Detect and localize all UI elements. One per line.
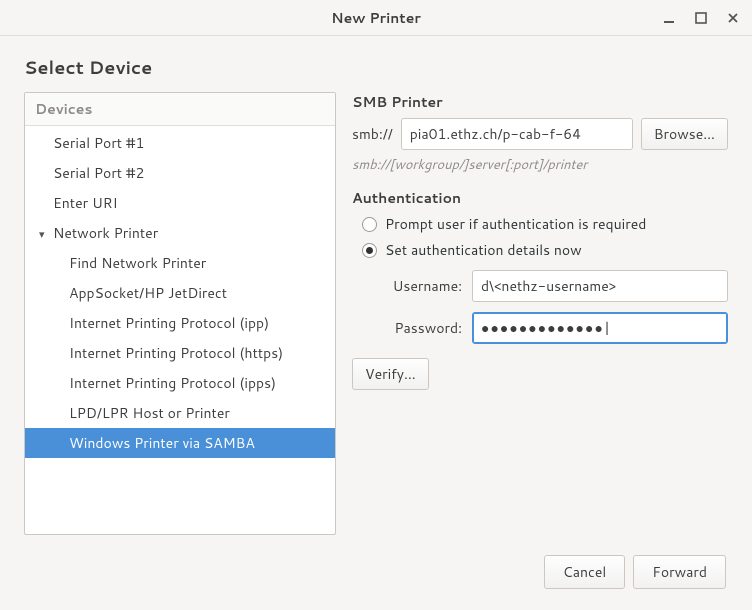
device-item-label: Windows Printer via SAMBA — [69, 433, 255, 453]
window-controls — [656, 0, 746, 36]
smb-url-input[interactable] — [401, 118, 633, 150]
window-title: New Printer — [331, 8, 421, 28]
text-caret: | — [604, 318, 611, 338]
device-item-label: LPD/LPR Host or Printer — [69, 403, 230, 423]
smb-hint: smb://[workgroup/]server[:port]/printer — [352, 156, 728, 174]
verify-button[interactable]: Verify… — [352, 358, 429, 390]
dialog-footer: Cancel Forward — [24, 555, 728, 589]
device-item[interactable]: Find Network Printer — [25, 248, 335, 278]
device-item-label: Find Network Printer — [69, 253, 206, 273]
chevron-down-icon[interactable]: ▾ — [39, 226, 49, 242]
page-title: Select Device — [24, 54, 728, 80]
cancel-button[interactable]: Cancel — [544, 555, 626, 589]
devices-list[interactable]: Serial Port #1Serial Port #2Enter URI▾Ne… — [25, 126, 335, 534]
maximize-icon[interactable] — [688, 5, 714, 31]
password-dots: ●●●●●●●●●●●●● — [481, 318, 604, 338]
radio-setnow-label: Set authentication details now — [385, 240, 582, 260]
smb-heading: SMB Printer — [352, 92, 728, 112]
device-item[interactable]: Internet Printing Protocol (ipps) — [25, 368, 335, 398]
auth-heading: Authentication — [352, 188, 728, 208]
device-item[interactable]: Serial Port #1 — [25, 128, 335, 158]
radio-setnow-row[interactable]: Set authentication details now — [362, 240, 728, 260]
minimize-icon[interactable] — [656, 5, 682, 31]
device-item[interactable]: Serial Port #2 — [25, 158, 335, 188]
password-input[interactable]: ●●●●●●●●●●●●●| — [472, 312, 728, 344]
browse-button[interactable]: Browse… — [641, 118, 728, 150]
device-item-label: Enter URI — [53, 193, 118, 213]
device-item-label: AppSocket/HP JetDirect — [69, 283, 227, 303]
forward-button[interactable]: Forward — [633, 555, 726, 589]
device-item[interactable]: Internet Printing Protocol (https) — [25, 338, 335, 368]
device-item-label: Internet Printing Protocol (https) — [69, 343, 283, 363]
device-item[interactable]: Enter URI — [25, 188, 335, 218]
close-icon[interactable] — [720, 5, 746, 31]
radio-prompt-label: Prompt user if authentication is require… — [385, 214, 646, 234]
smb-prefix-label: smb:// — [352, 124, 393, 144]
radio-prompt-row[interactable]: Prompt user if authentication is require… — [362, 214, 728, 234]
smb-settings-panel: SMB Printer smb:// Browse… smb://[workgr… — [352, 92, 728, 390]
device-item-label: Internet Printing Protocol (ipps) — [69, 373, 276, 393]
device-item-label: Serial Port #2 — [53, 163, 144, 183]
device-item-label: Internet Printing Protocol (ipp) — [69, 313, 269, 333]
username-input[interactable] — [472, 270, 728, 302]
radio-setnow[interactable] — [362, 243, 377, 258]
device-item[interactable]: AppSocket/HP JetDirect — [25, 278, 335, 308]
username-label: Username: — [362, 276, 462, 296]
device-item[interactable]: LPD/LPR Host or Printer — [25, 398, 335, 428]
device-item[interactable]: ▾Network Printer — [25, 218, 335, 248]
devices-header: Devices — [25, 93, 335, 126]
device-item[interactable]: Windows Printer via SAMBA — [25, 428, 335, 458]
device-item-label: Serial Port #1 — [53, 133, 144, 153]
password-label: Password: — [362, 318, 462, 338]
device-item-label: Network Printer — [53, 223, 158, 243]
device-item[interactable]: Internet Printing Protocol (ipp) — [25, 308, 335, 338]
devices-panel: Devices Serial Port #1 Serial Port #2 Ente… — [24, 92, 336, 535]
titlebar: New Printer — [0, 0, 752, 36]
radio-prompt[interactable] — [362, 217, 377, 232]
